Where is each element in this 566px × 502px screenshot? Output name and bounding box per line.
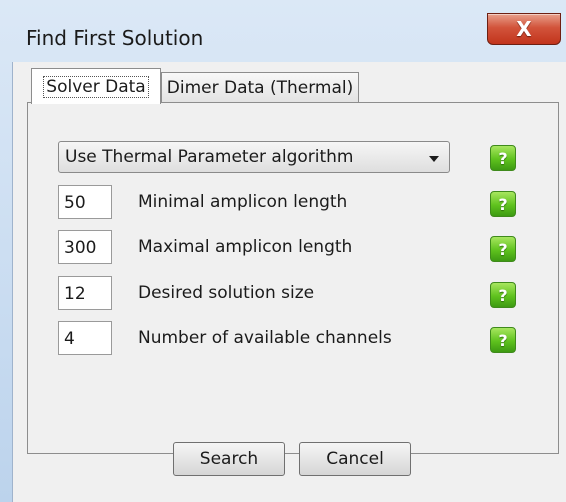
title-bar[interactable]: Find First Solution X (0, 0, 566, 62)
cancel-button[interactable]: Cancel (299, 442, 411, 476)
search-button[interactable]: Search (173, 442, 285, 476)
window-title: Find First Solution (26, 26, 204, 50)
solver-data-panel: Use Thermal Parameter algorithm ? 50 Min… (27, 102, 559, 454)
dialog-window: Find First Solution X Solver Data Dimer … (0, 0, 566, 502)
min-amplicon-label: Minimal amplicon length (138, 192, 348, 212)
help-glyph: ? (498, 194, 508, 214)
help-glyph: ? (498, 239, 508, 259)
max-amplicon-input[interactable]: 300 (58, 230, 112, 264)
min-amplicon-input[interactable]: 50 (58, 185, 112, 219)
help-glyph: ? (498, 285, 508, 305)
tab-dimer-data-label: Dimer Data (Thermal) (166, 77, 354, 98)
help-icon[interactable]: ? (490, 145, 516, 171)
channels-label: Number of available channels (138, 328, 392, 348)
help-icon[interactable]: ? (490, 327, 516, 353)
algorithm-select[interactable]: Use Thermal Parameter algorithm (58, 141, 450, 173)
tab-solver-data-label: Solver Data (43, 75, 149, 98)
algorithm-select-value: Use Thermal Parameter algorithm (65, 147, 354, 167)
close-icon: X (516, 17, 532, 41)
help-glyph: ? (498, 330, 508, 350)
dialog-body: Solver Data Dimer Data (Thermal) Use The… (12, 62, 566, 502)
help-icon[interactable]: ? (490, 191, 516, 217)
help-icon[interactable]: ? (490, 282, 516, 308)
max-amplicon-label: Maximal amplicon length (138, 237, 353, 257)
solution-size-input[interactable]: 12 (58, 276, 112, 310)
help-icon[interactable]: ? (490, 236, 516, 262)
channels-input[interactable]: 4 (58, 321, 112, 355)
tab-solver-data[interactable]: Solver Data (31, 68, 161, 104)
tab-dimer-data[interactable]: Dimer Data (Thermal) (161, 72, 359, 102)
close-button[interactable]: X (487, 13, 561, 45)
help-glyph: ? (498, 148, 508, 168)
solution-size-label: Desired solution size (138, 283, 315, 303)
chevron-down-icon (429, 156, 439, 162)
